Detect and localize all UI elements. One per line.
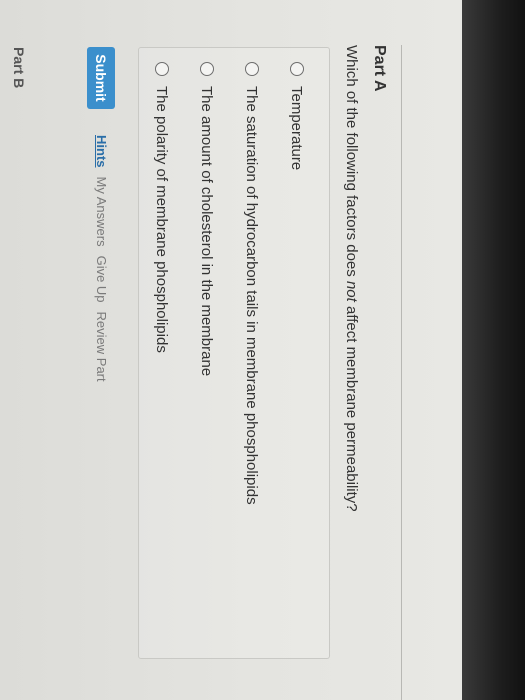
my-answers-link[interactable]: My Answers xyxy=(94,177,109,247)
answer-options: Temperature The saturation of hydrocarbo… xyxy=(138,47,330,659)
radio-button[interactable] xyxy=(290,62,304,76)
radio-button[interactable] xyxy=(245,62,259,76)
option-label: The saturation of hydrocarbon tails in m… xyxy=(243,86,261,505)
part-b-title[interactable]: Part B xyxy=(11,47,27,88)
submit-button[interactable]: Submit xyxy=(87,47,115,109)
question-text: Which of the following factors does not … xyxy=(343,45,360,512)
answer-links: Hints My Answers Give Up Review Part xyxy=(94,135,109,382)
part-a-title: Part A xyxy=(371,45,388,92)
divider xyxy=(401,45,402,700)
option-temperature[interactable]: Temperature xyxy=(287,62,307,170)
question-emphasis: not xyxy=(343,280,360,302)
screen-photo: Part A Which of the following factors do… xyxy=(0,0,462,700)
review-part-link[interactable]: Review Part xyxy=(94,312,109,382)
question-text-start: Which of the following factors does xyxy=(343,45,360,281)
option-label: The amount of cholesterol in the membran… xyxy=(198,86,216,377)
option-cholesterol[interactable]: The amount of cholesterol in the membran… xyxy=(197,62,217,376)
option-label: The polarity of membrane phospholipids xyxy=(153,86,171,353)
radio-button[interactable] xyxy=(200,62,214,76)
monitor-bezel xyxy=(462,0,525,700)
hints-link[interactable]: Hints xyxy=(94,135,109,168)
radio-button[interactable] xyxy=(155,62,169,76)
option-polarity[interactable]: The polarity of membrane phospholipids xyxy=(152,62,172,353)
option-label: Temperature xyxy=(288,86,306,171)
question-text-end: affect membrane permeability? xyxy=(343,301,360,512)
give-up-link[interactable]: Give Up xyxy=(94,256,109,303)
option-saturation[interactable]: The saturation of hydrocarbon tails in m… xyxy=(242,62,262,505)
question-page: Part A Which of the following factors do… xyxy=(2,45,402,700)
